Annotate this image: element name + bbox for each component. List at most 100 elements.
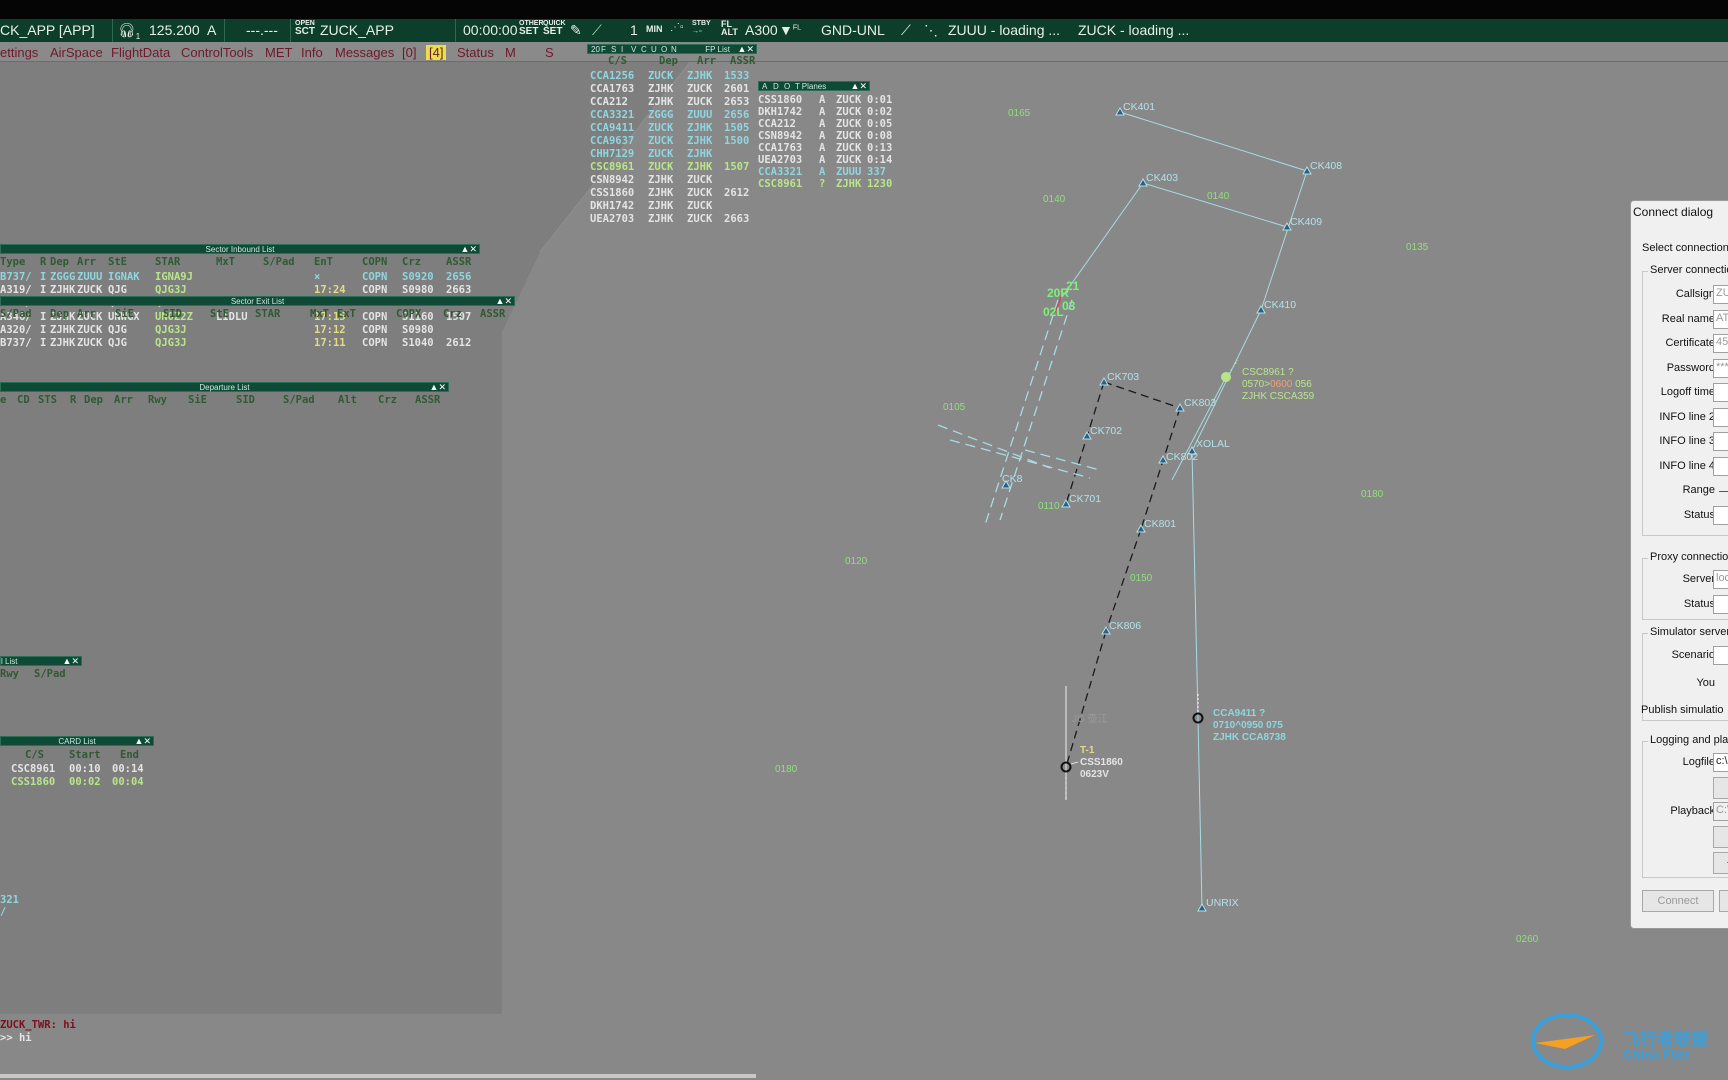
inbound-list-column-header[interactable]: STAR: [155, 256, 180, 268]
planes-list-cell[interactable]: UEA2703: [758, 154, 802, 166]
inbound-list-cell[interactable]: QJG: [108, 324, 127, 336]
fp-filter-C[interactable]: C: [641, 45, 647, 55]
inbound-list-cell[interactable]: S1040: [402, 337, 434, 349]
collapse-close-icon[interactable]: ▲✕: [135, 737, 151, 746]
collapse-close-icon[interactable]: ▲✕: [63, 657, 79, 666]
fp-list-column-header[interactable]: Dep: [659, 55, 678, 67]
inbound-list-cell[interactable]: ×: [314, 271, 320, 283]
start-log-button[interactable]: St: [1713, 777, 1728, 799]
planes-list-cell[interactable]: CSC8961: [758, 178, 802, 190]
departure-list-column-header[interactable]: e: [0, 394, 6, 406]
exit-list-column-header[interactable]: COPX: [396, 308, 421, 320]
departure-list-column-header[interactable]: Alt: [338, 394, 357, 406]
field-input[interactable]: [1713, 383, 1728, 402]
chat-scrollbar[interactable]: [0, 1074, 756, 1078]
inbound-list-cell[interactable]: 2612: [446, 337, 471, 349]
exit-list-column-header[interactable]: S/Pad: [0, 308, 32, 320]
inbound-list-cell[interactable]: ZJHK: [50, 284, 75, 296]
planes-list-cell[interactable]: ZJHK: [836, 178, 861, 190]
inbound-list-cell[interactable]: ZJHK: [50, 337, 75, 349]
exit-list-column-header[interactable]: STAR: [255, 308, 280, 320]
inbound-list-header[interactable]: Sector Inbound List ▲✕: [0, 244, 480, 254]
fp-list-cell[interactable]: ZJHK: [687, 70, 712, 82]
fp-list-cell[interactable]: ZJHK: [687, 135, 712, 147]
planes-list-cell[interactable]: DKH1742: [758, 106, 802, 118]
planes-list-cell[interactable]: CCA3321: [758, 166, 802, 178]
departure-list-column-header[interactable]: R: [70, 394, 76, 406]
fp-list-cell[interactable]: CCA9411: [590, 122, 634, 134]
fp-list-cell[interactable]: 1505: [724, 122, 749, 134]
card-list-column-header[interactable]: Start: [69, 749, 101, 761]
field-input[interactable]: [1713, 456, 1728, 476]
field-input[interactable]: AT: [1713, 309, 1728, 329]
departure-list-column-header[interactable]: ASSR: [415, 394, 440, 406]
card-list-cell[interactable]: CSC8961: [11, 763, 55, 775]
inbound-list-cell[interactable]: B737/: [0, 271, 32, 283]
exit-list-column-header[interactable]: Arr: [77, 308, 96, 320]
inbound-list-cell[interactable]: QJG: [108, 284, 127, 296]
card-list-header[interactable]: CARD List ▲✕: [0, 736, 154, 746]
fp-list-cell[interactable]: ZUCK: [687, 174, 712, 186]
fp-list-cell[interactable]: ZUCK: [648, 161, 673, 173]
fp-list-column-header[interactable]: Arr: [697, 55, 716, 67]
planes-list-cell[interactable]: 0:05: [867, 118, 892, 130]
inbound-list-cell[interactable]: QJG3J: [155, 324, 187, 336]
inbound-list-cell[interactable]: I: [40, 337, 46, 349]
planes-filter-T[interactable]: T: [795, 82, 800, 92]
inbound-list-column-header[interactable]: StE: [108, 256, 127, 268]
chat-outgoing[interactable]: >> hi: [0, 1032, 32, 1044]
inbound-list-cell[interactable]: 17:12: [314, 324, 346, 336]
card-list-cell[interactable]: CSS1860: [11, 776, 55, 788]
field-input[interactable]: ZU: [1713, 285, 1728, 304]
planes-list-cell[interactable]: CCA212: [758, 118, 796, 130]
logfile-field[interactable]: c:\: [1713, 753, 1728, 772]
departure-list-column-header[interactable]: CD: [17, 394, 30, 406]
fp-list-cell[interactable]: 2612: [724, 187, 749, 199]
inbound-list-cell[interactable]: 2656: [446, 271, 471, 283]
departure-list-column-header[interactable]: Rwy: [148, 394, 167, 406]
card-list-cell[interactable]: 00:10: [69, 763, 101, 775]
departure-list-column-header[interactable]: S/Pad: [283, 394, 315, 406]
planes-list-cell[interactable]: A: [819, 166, 825, 178]
inbound-list-cell[interactable]: ZUCK: [77, 284, 102, 296]
inbound-list-cell[interactable]: 17:11: [314, 337, 346, 349]
partial-list-column-header[interactable]: S/Pad: [34, 668, 66, 680]
inbound-list-cell[interactable]: IGNAK: [108, 271, 140, 283]
inbound-list-cell[interactable]: QJG3J: [155, 284, 187, 296]
inbound-list-cell[interactable]: COPN: [362, 324, 387, 336]
exit-list-column-header[interactable]: Crz: [443, 308, 462, 320]
aircraft-css1860[interactable]: T-1 CSS1860 0623V: [1060, 745, 1124, 800]
card-list-cell[interactable]: 00:02: [69, 776, 101, 788]
departure-list-column-header[interactable]: SiE: [188, 394, 207, 406]
exit-list-column-header[interactable]: SID: [163, 308, 182, 320]
planes-list-cell[interactable]: ZUCK: [836, 154, 861, 166]
fp-list-cell[interactable]: ZJHK: [648, 187, 673, 199]
inbound-list-cell[interactable]: ZUUU: [77, 271, 102, 283]
fp-filter-20[interactable]: 20: [591, 45, 600, 55]
inbound-list-column-header[interactable]: R: [40, 256, 46, 268]
fp-list-cell[interactable]: 2663: [724, 213, 749, 225]
planes-list-cell[interactable]: 0:13: [867, 142, 892, 154]
aircraft-csc8961[interactable]: CSC8961 ? 0570>0600 056 ZJHK CSCA359: [1221, 359, 1315, 402]
departure-list-column-header[interactable]: SID: [236, 394, 255, 406]
fp-list-cell[interactable]: 1507: [724, 161, 749, 173]
inbound-list-cell[interactable]: QJG3J: [155, 337, 187, 349]
inbound-list-cell[interactable]: IGNA9J: [155, 271, 193, 283]
fp-list-cell[interactable]: CCA3321: [590, 109, 634, 121]
inbound-list-cell[interactable]: COPN: [362, 284, 387, 296]
fp-list-cell[interactable]: CSS1860: [590, 187, 634, 199]
inbound-list-cell[interactable]: S0980: [402, 324, 434, 336]
planes-list-cell[interactable]: ?: [819, 178, 825, 190]
fp-list-header[interactable]: FP List ▲✕ 20 F S I V C U O N: [587, 44, 757, 54]
fp-list-cell[interactable]: CCA1256: [590, 70, 634, 82]
inbound-list-cell[interactable]: I: [40, 284, 46, 296]
fp-filter-U[interactable]: U: [651, 45, 657, 55]
inbound-list-cell[interactable]: S0920: [402, 271, 434, 283]
play-button[interactable]: P: [1713, 826, 1728, 848]
partial-list-header[interactable]: l List ▲✕: [0, 656, 82, 666]
collapse-close-icon[interactable]: ▲✕: [738, 45, 754, 54]
fp-list-cell[interactable]: ZUCK: [687, 96, 712, 108]
inbound-list-column-header[interactable]: EnT: [314, 256, 333, 268]
planes-list-cell[interactable]: A: [819, 106, 825, 118]
fp-filter-F[interactable]: F: [601, 45, 606, 55]
